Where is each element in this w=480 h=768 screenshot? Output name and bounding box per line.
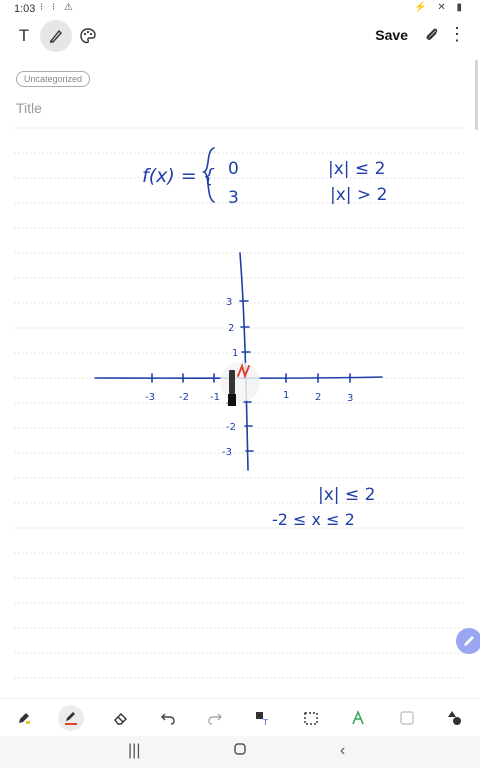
function-definition: f(x) = { <box>142 165 215 187</box>
y-tick-label: 1 <box>232 348 238 359</box>
home-glyph <box>234 743 246 755</box>
x-tick-label: -1 <box>210 392 220 403</box>
ink-layer: f(x) = { 0 |x| ≤ 2 3 |x| > 2 3 2 1 -1 -2… <box>14 127 466 679</box>
palette-glyph <box>80 28 96 44</box>
attach-icon[interactable] <box>424 26 440 47</box>
pencil-icon <box>464 636 474 646</box>
text-mode-icon[interactable]: T <box>8 20 40 52</box>
fountain-pen-icon[interactable] <box>13 708 35 728</box>
y-tick-label: -2 <box>226 422 236 433</box>
scrollbar-thumb[interactable] <box>475 60 478 130</box>
swatch-glyph <box>400 711 414 725</box>
status-bar: 1:03 ⁝ ⁝ ⚠ ⚡ ✕ ▮ <box>0 0 480 18</box>
redo-icon[interactable] <box>204 708 226 728</box>
undo-icon[interactable] <box>157 708 179 728</box>
pen-mode-glyph <box>49 29 62 43</box>
floating-pen-button[interactable] <box>456 628 480 654</box>
pen-tools-bar: T <box>0 698 480 737</box>
work-line-2: -2 ≤ x ≤ 2 <box>272 510 355 529</box>
more-options-icon[interactable]: ⋮ <box>448 24 466 45</box>
note-toolbar: T Save ⋮ <box>0 18 480 54</box>
x-tick-label: -3 <box>145 392 155 403</box>
shapes-glyph <box>448 711 461 725</box>
color-swatch-icon[interactable] <box>396 708 418 728</box>
x-tick-label: 1 <box>283 390 289 401</box>
lasso-select-icon[interactable] <box>300 708 322 728</box>
undo-glyph <box>161 713 175 725</box>
pen-glyph <box>65 712 77 725</box>
text-recognition-icon[interactable] <box>347 708 369 728</box>
status-notification-icons: ⁝ ⁝ ⚠ <box>40 2 76 13</box>
x-tick-label: 2 <box>315 392 321 403</box>
home-icon[interactable] <box>233 742 247 761</box>
title-field[interactable]: Title <box>16 100 42 116</box>
pen-mode-icon[interactable] <box>40 20 72 52</box>
case1-value: 0 <box>228 159 239 179</box>
eraser-glyph <box>114 713 127 725</box>
x-tick-label: 3 <box>347 393 353 404</box>
svg-text:T: T <box>262 718 268 726</box>
y-axis-line <box>239 252 249 471</box>
pen-icon[interactable] <box>58 705 84 731</box>
y-tick-label: 2 <box>228 323 234 334</box>
handwriting-glyph <box>352 710 364 725</box>
redo-glyph <box>208 713 222 725</box>
fountain-pen-glyph <box>19 713 30 724</box>
case2-condition: |x| > 2 <box>330 185 387 205</box>
category-tag[interactable]: Uncategorized <box>16 71 91 87</box>
status-time: 1:03 <box>14 3 36 15</box>
x-tick-label: -2 <box>179 392 189 403</box>
shape-to-text-icon[interactable]: T <box>251 708 273 728</box>
ruled-lines <box>14 127 466 679</box>
status-system-icons: ⚡ ✕ ▮ <box>414 2 466 13</box>
shapes-icon[interactable] <box>444 708 466 728</box>
save-button[interactable]: Save <box>375 27 408 43</box>
drawing-canvas[interactable]: f(x) = { 0 |x| ≤ 2 3 |x| > 2 3 2 1 -1 -2… <box>0 120 480 700</box>
system-navigation-bar: ||| ‹ <box>0 736 480 768</box>
y-tick-label: 3 <box>226 297 232 308</box>
back-icon[interactable]: ‹ <box>340 742 345 760</box>
palette-icon[interactable] <box>72 20 104 52</box>
selection-glyph <box>304 712 318 725</box>
paperclip-glyph <box>426 28 438 40</box>
eraser-icon[interactable] <box>110 708 132 728</box>
recent-apps-icon[interactable]: ||| <box>128 742 140 760</box>
case1-condition: |x| ≤ 2 <box>328 159 385 179</box>
y-tick-label: -3 <box>222 447 232 458</box>
case2-value: 3 <box>228 188 239 208</box>
shape-glyph: T <box>256 712 268 726</box>
work-line-1: |x| ≤ 2 <box>318 485 375 505</box>
